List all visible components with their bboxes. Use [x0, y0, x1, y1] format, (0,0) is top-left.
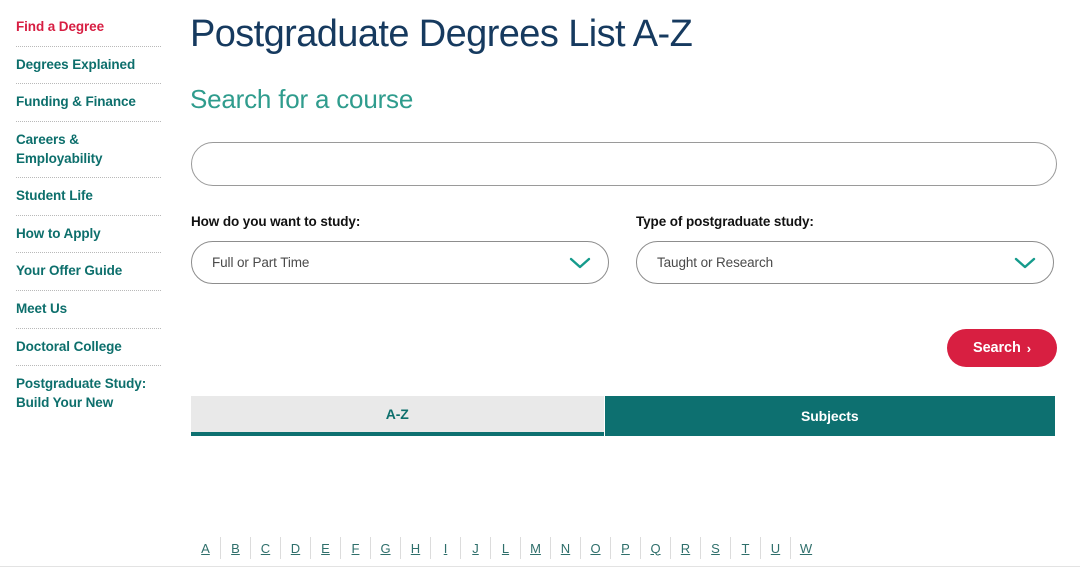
study-type-field: Type of postgraduate study: Taught or Re…: [636, 214, 1054, 284]
study-type-select[interactable]: Taught or Research: [636, 241, 1054, 284]
sidebar-navigation: Find a Degree Degrees Explained Funding & …: [0, 0, 180, 570]
alphabet-link-w[interactable]: W: [791, 537, 821, 559]
alphabet-link-b[interactable]: B: [221, 537, 251, 559]
alphabet-link-f[interactable]: F: [341, 537, 371, 559]
sidebar-item-doctoral-college[interactable]: Doctoral College: [16, 338, 161, 366]
search-button-label: Search: [973, 340, 1021, 356]
sidebar-item-funding-finance[interactable]: Funding & Finance: [16, 93, 161, 121]
study-type-value: Taught or Research: [657, 255, 773, 270]
sidebar-divider: [16, 46, 161, 47]
alphabet-link-j[interactable]: J: [461, 537, 491, 559]
sidebar-item-student-life[interactable]: Student Life: [16, 187, 161, 215]
study-mode-label: How do you want to study:: [191, 214, 609, 229]
sidebar-item-meet-us[interactable]: Meet Us: [16, 300, 161, 328]
alphabet-link-l[interactable]: L: [491, 537, 521, 559]
sidebar-divider: [16, 252, 161, 253]
page-root: Find a Degree Degrees Explained Funding & …: [0, 0, 1080, 570]
alphabet-link-n[interactable]: N: [551, 537, 581, 559]
alphabet-link-i[interactable]: I: [431, 537, 461, 559]
sidebar-item-postgraduate-study-build-your-new[interactable]: Postgraduate Study: Build Your New: [16, 375, 161, 421]
sidebar-item-how-to-apply[interactable]: How to Apply: [16, 225, 161, 253]
sidebar-item-degrees-explained[interactable]: Degrees Explained: [16, 56, 161, 84]
study-mode-field: How do you want to study: Full or Part T…: [191, 214, 609, 284]
tab-a-z[interactable]: A-Z: [191, 396, 604, 436]
search-button[interactable]: Search ›: [947, 329, 1057, 367]
sidebar-divider: [16, 83, 161, 84]
bottom-divider: [0, 566, 1080, 567]
alphabet-link-d[interactable]: D: [281, 537, 311, 559]
alphabet-link-c[interactable]: C: [251, 537, 281, 559]
study-mode-value: Full or Part Time: [212, 255, 309, 270]
tab-subjects[interactable]: Subjects: [605, 396, 1055, 436]
study-mode-select[interactable]: Full or Part Time: [191, 241, 609, 284]
sidebar-divider: [16, 215, 161, 216]
sidebar-divider: [16, 365, 161, 366]
alphabet-link-o[interactable]: O: [581, 537, 611, 559]
alphabet-link-h[interactable]: H: [401, 537, 431, 559]
alphabet-index: ABCDEFGHIJLMNOPQRSTUW: [191, 536, 821, 560]
tab-bar: A-Z Subjects: [191, 396, 1055, 436]
alphabet-link-r[interactable]: R: [671, 537, 701, 559]
tab-label: A-Z: [386, 406, 409, 422]
alphabet-link-a[interactable]: A: [191, 537, 221, 559]
sidebar-divider: [16, 328, 161, 329]
alphabet-link-e[interactable]: E: [311, 537, 341, 559]
section-subtitle: Search for a course: [190, 84, 413, 115]
study-type-label: Type of postgraduate study:: [636, 214, 1054, 229]
alphabet-link-m[interactable]: M: [521, 537, 551, 559]
sidebar-item-your-offer-guide[interactable]: Your Offer Guide: [16, 262, 161, 290]
sidebar-divider: [16, 121, 161, 122]
alphabet-link-p[interactable]: P: [611, 537, 641, 559]
alphabet-link-s[interactable]: S: [701, 537, 731, 559]
study-type-select-wrap: Taught or Research: [636, 241, 1054, 284]
page-title: Postgraduate Degrees List A-Z: [190, 14, 692, 56]
sidebar-divider: [16, 177, 161, 178]
alphabet-link-u[interactable]: U: [761, 537, 791, 559]
sidebar-item-careers-employability[interactable]: Careers & Employability: [16, 131, 161, 177]
alphabet-link-g[interactable]: G: [371, 537, 401, 559]
alphabet-link-t[interactable]: T: [731, 537, 761, 559]
course-search-input[interactable]: [191, 142, 1057, 186]
tab-label: Subjects: [801, 408, 859, 424]
main-content: Postgraduate Degrees List A-Z Search for…: [190, 0, 1080, 570]
alphabet-link-q[interactable]: Q: [641, 537, 671, 559]
sidebar-item-find-a-degree[interactable]: Find a Degree: [16, 18, 161, 46]
study-mode-select-wrap: Full or Part Time: [191, 241, 609, 284]
chevron-right-icon: ›: [1027, 341, 1031, 356]
sidebar-divider: [16, 290, 161, 291]
